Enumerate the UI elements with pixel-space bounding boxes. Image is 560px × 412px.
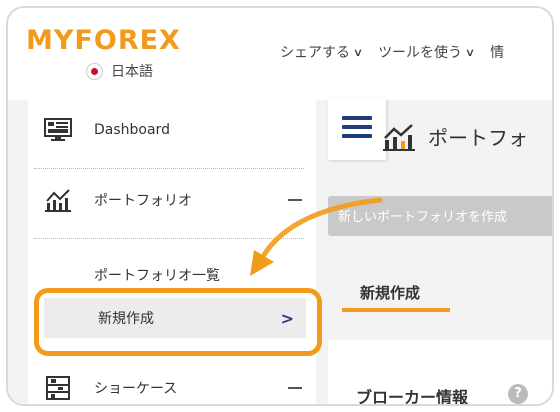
nav-tools[interactable]: ツールを使う ∨: [378, 42, 476, 62]
sidebar-item-portfolio[interactable]: ポートフォリオ: [28, 180, 316, 220]
sidebar-item-showcase[interactable]: ショーケース: [28, 368, 316, 404]
sidebar-item-dashboard[interactable]: Dashboard: [28, 110, 316, 150]
sidebar-item-label: ポートフォリオ: [94, 193, 192, 209]
collapse-icon[interactable]: [288, 387, 302, 389]
page-title: ポートフォ: [428, 126, 528, 150]
sidebar-item-label: ショーケース: [94, 381, 178, 397]
notice-bar: 新しいポートフォリオを作成: [328, 196, 552, 236]
collapse-icon[interactable]: [288, 199, 302, 201]
divider: [34, 238, 304, 239]
nav-tools-label: ツールを使う: [378, 45, 463, 61]
sidebar-item-portfolio-list[interactable]: ポートフォリオ一覧: [28, 258, 316, 292]
chevron-right-icon: >: [280, 308, 294, 328]
help-icon[interactable]: ?: [508, 384, 528, 404]
chart-icon: [45, 189, 71, 212]
nav-info[interactable]: 情: [490, 42, 504, 62]
sidebar-item-new-create[interactable]: 新規作成 >: [44, 298, 306, 338]
divider: [34, 168, 304, 169]
sidebar: Dashboard ポートフォリオ ポートフォリオ一覧 新規作成 > ショーケー…: [28, 98, 386, 404]
chevron-down-icon: ∨: [352, 45, 364, 59]
japan-flag-icon: [86, 62, 103, 80]
sidebar-item-label: 新規作成: [98, 311, 154, 327]
sidebar-item-label: Dashboard: [94, 122, 170, 138]
logo[interactable]: MYFOREX: [26, 25, 181, 56]
nav-info-label: 情: [490, 45, 505, 61]
highlight-frame: 新規作成 >: [34, 288, 322, 356]
tab-new-create[interactable]: 新規作成: [342, 272, 450, 312]
nav-share-label: シェアする: [280, 45, 350, 61]
chevron-down-icon: ∨: [464, 45, 476, 59]
showcase-icon: [46, 376, 70, 400]
site-header: MYFOREX 日本語 シェアする ∨ ツールを使う ∨ 情: [8, 8, 552, 100]
nav-share[interactable]: シェアする ∨: [280, 42, 364, 62]
active-tab-indicator: [342, 308, 450, 312]
content-area: Dashboard ポートフォリオ ポートフォリオ一覧 新規作成 > ショーケー…: [8, 98, 552, 406]
portfolio-chart-icon: [383, 123, 415, 151]
language-selector[interactable]: 日本語: [86, 61, 153, 81]
sidebar-item-label: ポートフォリオ一覧: [94, 268, 220, 284]
section-title: ブローカー情報: [356, 388, 469, 406]
broker-info-card: ブローカー情報 ?: [328, 340, 552, 406]
page-header: ポートフォ: [382, 122, 528, 151]
screenshot-frame: MYFOREX 日本語 シェアする ∨ ツールを使う ∨ 情 Dashboard…: [6, 6, 554, 406]
monitor-icon: [44, 118, 72, 141]
tab-label: 新規作成: [360, 284, 421, 302]
top-nav: シェアする ∨ ツールを使う ∨ 情: [280, 42, 520, 62]
language-label: 日本語: [111, 64, 153, 80]
main-panel: ポートフォ 新しいポートフォリオを作成 新規作成 ブローカー情報 ?: [316, 100, 552, 406]
